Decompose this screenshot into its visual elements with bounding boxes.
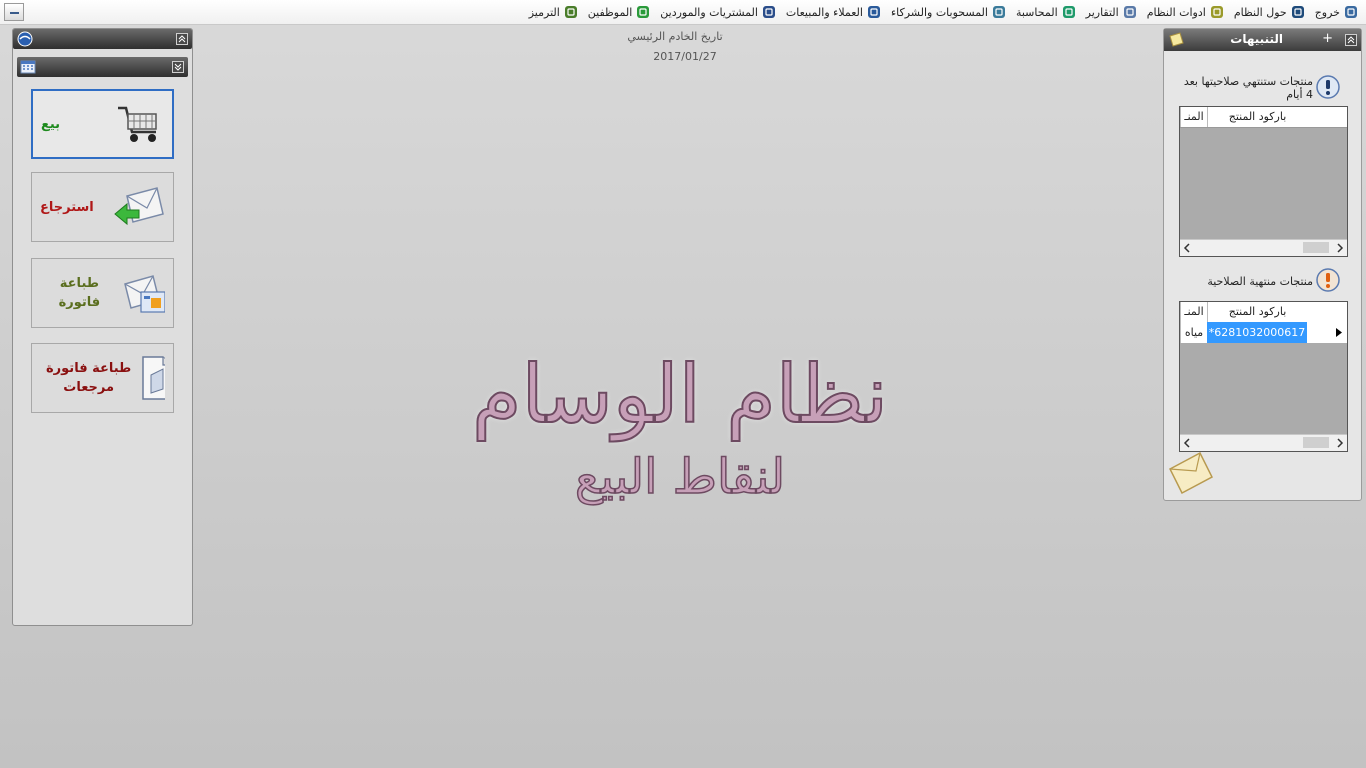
menu-item-4[interactable]: المسحوبات والشركاء — [891, 5, 1006, 19]
note-icon — [1169, 32, 1184, 47]
print-returns-invoice-button[interactable]: طباعة فاتورة مرجعات — [31, 343, 174, 413]
menu-item-label: المسحوبات والشركاء — [890, 5, 988, 19]
row-pointer-icon — [1336, 328, 1342, 337]
system-subtitle: لنقاط البيع — [574, 448, 786, 506]
print-invoice-label: طباعة فاتورة — [58, 276, 101, 310]
collapse-down-button[interactable] — [172, 61, 184, 73]
menu-item-9[interactable]: خروج — [1315, 5, 1358, 19]
cell-barcode[interactable]: *6281032000617 — [1207, 322, 1307, 343]
menu-item-7[interactable]: ادوات النظام — [1147, 5, 1224, 19]
menu-item-label: المشتريات والموردين — [660, 5, 758, 19]
alerts-header: التنبيهات + — [1164, 29, 1361, 51]
about-icon — [1291, 6, 1304, 18]
minimize-button[interactable] — [4, 3, 24, 21]
scroll-right-icon — [1337, 438, 1344, 448]
menu-item-8[interactable]: حول النظام — [1234, 5, 1305, 19]
menu-items: الترميز الموظفين المشتريات والموردين العملا… — [529, 0, 1358, 24]
customers-icon — [867, 6, 880, 18]
menu-item-label: خروج — [1314, 5, 1340, 19]
alerts-panel: التنبيهات + منتجات ستنتهي صلاحيتها بعد 4… — [1163, 28, 1362, 501]
quick-actions-header — [13, 29, 192, 49]
expired-grid[interactable]: المنـ باركود المنتج مياه *6281032000617 — [1179, 301, 1348, 452]
cell-name[interactable]: مياه — [1180, 322, 1207, 343]
sell-label: بيع — [41, 116, 61, 132]
expired-caption: منتجات منتهية الصلاحية — [1207, 275, 1313, 288]
column-barcode[interactable]: باركود المنتج — [1207, 107, 1307, 127]
table-row[interactable]: مياه *6281032000617 — [1180, 322, 1347, 343]
quick-actions-panel: بيع استرجاع طباعة فاتورة طباعة فاتورة مر… — [12, 28, 193, 626]
print-returns-label: طباعة فاتورة مرجعات — [46, 361, 132, 395]
sub-panel-header — [17, 57, 188, 77]
column-barcode[interactable]: باركود المنتج — [1207, 302, 1307, 322]
tools-icon — [1210, 6, 1223, 18]
menu-item-1[interactable]: الموظفين — [588, 5, 650, 19]
scroll-thumb[interactable] — [1303, 437, 1329, 448]
chevron-up-icon — [1347, 36, 1355, 44]
pin-plus-button[interactable]: + — [1322, 31, 1333, 46]
server-date-value: 2017/01/27 — [653, 50, 717, 63]
soon-expiring-grid[interactable]: المنـ باركود المنتج — [1179, 106, 1348, 257]
menu-item-label: التقارير — [1085, 5, 1119, 19]
menu-item-label: المحاسبة — [1015, 5, 1058, 19]
collapse-up-button[interactable] — [176, 33, 188, 45]
envelope-icon[interactable] — [1166, 449, 1216, 497]
app-orb-icon — [17, 31, 33, 47]
print-invoice-icon — [123, 275, 165, 313]
menu-item-2[interactable]: المشتريات والموردين — [660, 5, 776, 19]
grid-header: المنـ باركود المنتج — [1180, 107, 1347, 128]
coding-icon — [564, 6, 577, 18]
column-name[interactable]: المنـ — [1180, 302, 1207, 322]
cart-icon — [118, 106, 157, 142]
menu-item-label: الموظفين — [587, 5, 633, 19]
warning-alert-icon — [1316, 268, 1340, 292]
alerts-collapse-button[interactable] — [1345, 34, 1357, 46]
menu-item-6[interactable]: التقارير — [1086, 5, 1137, 19]
system-title: نظام الوسام — [471, 347, 889, 442]
menu-item-label: حول النظام — [1233, 5, 1287, 19]
menu-item-label: ادوات النظام — [1146, 5, 1206, 19]
soon-expiring-caption: منتجات ستنتهي صلاحيتها بعد 4 أيام — [1183, 75, 1313, 101]
purchases-icon — [762, 6, 775, 18]
horizontal-scrollbar[interactable] — [1180, 239, 1347, 256]
info-alert-icon — [1316, 75, 1340, 99]
menu-item-label: العملاء والمبيعات — [785, 5, 863, 19]
return-label: استرجاع — [40, 199, 94, 215]
menu-item-3[interactable]: العملاء والمبيعات — [786, 5, 881, 19]
menu-item-label: الترميز — [528, 5, 560, 19]
scroll-left-icon — [1183, 438, 1190, 448]
exit-icon — [1345, 6, 1357, 18]
minimize-icon — [10, 12, 19, 14]
return-button[interactable]: استرجاع — [31, 172, 174, 242]
scroll-thumb[interactable] — [1303, 242, 1329, 253]
menu-bar: الترميز الموظفين المشتريات والموردين العملا… — [0, 0, 1366, 25]
accounting-icon — [1062, 6, 1075, 18]
print-invoice-button[interactable]: طباعة فاتورة — [31, 258, 174, 328]
scroll-left-icon — [1183, 243, 1190, 253]
reports-icon — [1123, 6, 1136, 18]
print-returns-icon — [142, 356, 165, 400]
return-mail-icon — [114, 187, 164, 226]
sell-button[interactable]: بيع — [31, 89, 174, 159]
menu-item-0[interactable]: الترميز — [529, 5, 578, 19]
column-name[interactable]: المنـ — [1180, 107, 1207, 127]
grid-header: المنـ باركود المنتج — [1180, 302, 1347, 323]
menu-item-5[interactable]: المحاسبة — [1016, 5, 1076, 19]
withdrawals-icon — [992, 6, 1005, 18]
scroll-right-icon — [1337, 243, 1344, 253]
chevron-down-icon — [174, 63, 182, 71]
calendar-icon — [20, 60, 36, 74]
server-date-label: تاريخ الخادم الرئيسي — [627, 30, 723, 43]
chevron-up-icon — [178, 35, 186, 43]
employees-icon — [637, 6, 650, 18]
alerts-title: التنبيهات — [1230, 32, 1283, 46]
